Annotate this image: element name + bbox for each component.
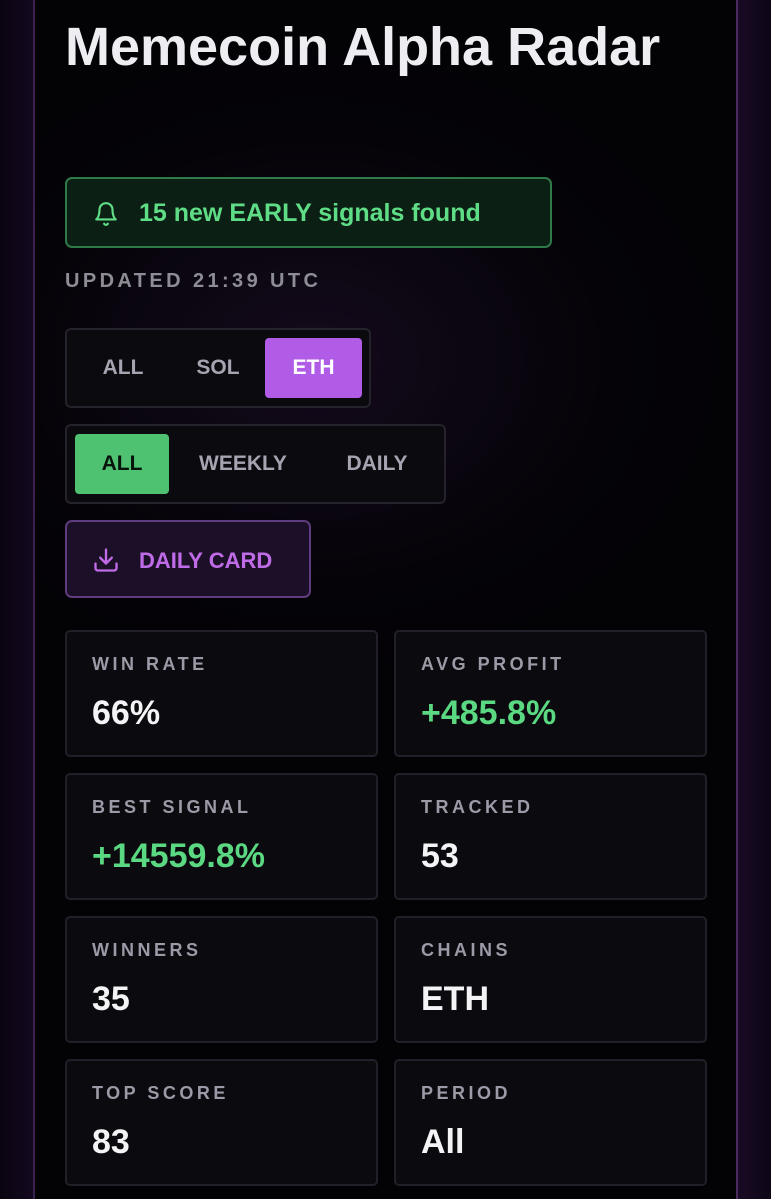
right-edge-divider [736,0,738,1199]
stat-label: TRACKED [421,797,534,817]
daily-card-label: DAILY CARD [139,548,273,573]
stat-value: 35 [92,980,130,1018]
stat-label: AVG PROFIT [421,654,565,674]
updated-timestamp: UPDATED 21:39 UTC [65,270,322,292]
stat-value: 53 [421,837,459,875]
page-title: Memecoin Alpha Radar [65,17,661,77]
stat-card-period: PERIOD All [394,1059,707,1186]
chain-filter-sol[interactable]: SOL [173,338,263,398]
chain-filter-all[interactable]: ALL [81,338,165,398]
stat-card-win-rate: WIN RATE 66% [65,630,378,757]
period-filter-all[interactable]: ALL [75,434,169,494]
download-icon [94,548,118,572]
period-filter: ALL WEEKLY DAILY [65,424,446,504]
stat-label: BEST SIGNAL [92,797,252,817]
stat-label: TOP SCORE [92,1083,229,1103]
stat-value: +485.8% [421,694,557,732]
stat-value: ETH [421,980,489,1018]
stat-card-chains: CHAINS ETH [394,916,707,1043]
stat-value: +14559.8% [92,837,265,875]
stat-card-winners: WINNERS 35 [65,916,378,1043]
stat-value: All [421,1123,465,1161]
chain-filter-eth[interactable]: ETH [265,338,362,398]
stat-label: WIN RATE [92,654,208,674]
left-edge-panel [0,0,34,1199]
stat-label: WINNERS [92,940,202,960]
main-panel: Memecoin Alpha Radar 15 new EARLY signal… [35,0,736,1199]
right-edge-panel [737,0,771,1199]
daily-card-button[interactable]: DAILY CARD [65,520,311,598]
stat-label: PERIOD [421,1083,512,1103]
period-filter-daily[interactable]: DAILY [319,434,435,494]
stat-card-best-signal: BEST SIGNAL +14559.8% [65,773,378,900]
stat-value: 83 [92,1123,130,1161]
stat-card-tracked: TRACKED 53 [394,773,707,900]
stat-label: CHAINS [421,940,512,960]
signals-alert-banner: 15 new EARLY signals found [65,177,552,248]
period-filter-weekly[interactable]: WEEKLY [177,434,309,494]
bell-icon [95,202,117,226]
stat-value: 66% [92,694,161,732]
alert-text: 15 new EARLY signals found [139,199,481,227]
stat-card-top-score: TOP SCORE 83 [65,1059,378,1186]
stat-card-avg-profit: AVG PROFIT +485.8% [394,630,707,757]
app-screen: Memecoin Alpha Radar 15 new EARLY signal… [0,0,771,1199]
chain-filter: ALL SOL ETH [65,328,371,408]
